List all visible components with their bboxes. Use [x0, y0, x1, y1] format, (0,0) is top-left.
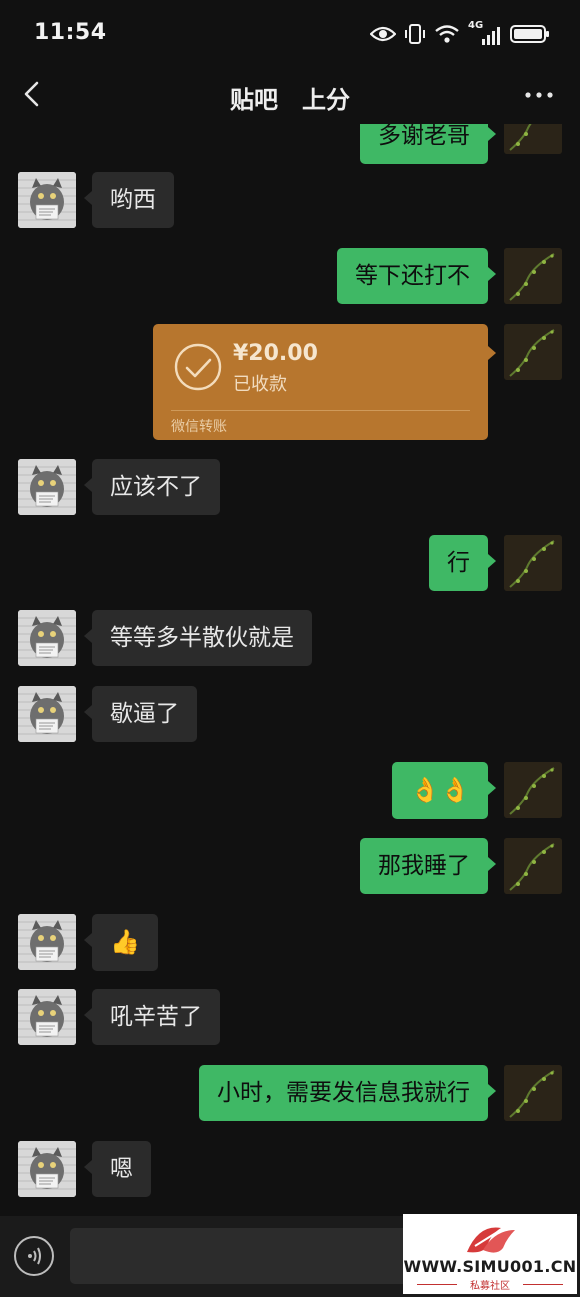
my-avatar[interactable]: [504, 762, 562, 818]
cat-avatar-image: [18, 459, 76, 515]
watermark-logo: [467, 1225, 515, 1253]
message-bubble-outgoing[interactable]: 等下还打不: [337, 248, 496, 304]
transfer-divider: [171, 410, 470, 411]
contact-avatar[interactable]: [18, 989, 76, 1045]
network-label: 4G: [468, 20, 484, 31]
message-bubble-outgoing[interactable]: 小时，需要发信息我就行: [199, 1065, 496, 1121]
message-bubble-incoming[interactable]: 👍: [84, 914, 158, 971]
chat-title-right: 上分: [302, 86, 350, 114]
message-text: 嗯: [110, 1156, 133, 1182]
vine-avatar-image: [504, 1065, 562, 1121]
vine-avatar-image: [504, 762, 562, 818]
message-bubble-outgoing[interactable]: 行: [429, 535, 496, 591]
my-avatar[interactable]: [504, 535, 562, 591]
signal-indicator: 4G: [468, 20, 502, 45]
watermark: WWW.SIMU001.CN 私募社区: [403, 1214, 577, 1294]
chat-title: 贴吧 上分: [0, 80, 580, 115]
contact-avatar[interactable]: [18, 686, 76, 742]
check-circle-icon: [174, 343, 222, 391]
status-bar: 11:54 4G: [0, 0, 580, 66]
thumbs-up-emoji: 👍: [110, 928, 140, 956]
message-bubble-incoming[interactable]: 歇逼了: [84, 686, 197, 742]
vibrate-icon: [405, 24, 425, 44]
contact-avatar[interactable]: [18, 459, 76, 515]
message-text: 等下还打不: [355, 263, 470, 289]
my-avatar[interactable]: [504, 248, 562, 304]
message-bubble-incoming[interactable]: 应该不了: [84, 459, 220, 515]
more-dots-icon[interactable]: [524, 90, 554, 100]
my-avatar[interactable]: [504, 324, 562, 380]
message-text: 等等多半散伙就是: [110, 625, 294, 651]
my-avatar[interactable]: [504, 124, 562, 154]
cat-avatar-image: [18, 172, 76, 228]
battery-icon: [510, 25, 549, 43]
vine-avatar-image: [504, 324, 562, 380]
message-text: 那我睡了: [378, 853, 470, 879]
transfer-card[interactable]: ¥20.00 已收款 微信转账: [153, 324, 496, 440]
vine-avatar-image: [504, 248, 562, 304]
message-text: 应该不了: [110, 474, 202, 500]
message-bubble-incoming[interactable]: 嗯: [84, 1141, 151, 1197]
message-text: 多谢老哥: [378, 124, 470, 149]
signal-icon: [482, 27, 500, 45]
cat-avatar-image: [18, 610, 76, 666]
voice-icon: [28, 1247, 41, 1265]
cat-avatar-image: [18, 914, 76, 970]
wifi-icon: [435, 25, 459, 43]
vine-avatar-image: [504, 535, 562, 591]
message-bubble-outgoing[interactable]: 那我睡了: [360, 838, 496, 894]
status-icons: 4G: [370, 20, 550, 48]
eye-icon: [370, 26, 396, 42]
message-list[interactable]: 多谢老哥 哟西 等下还打不 ¥20.00 已收款 微信转账 应该不了 行 等等多…: [0, 124, 580, 1216]
chat-title-left: 贴吧: [230, 86, 278, 114]
cat-avatar-image: [18, 989, 76, 1045]
contact-avatar[interactable]: [18, 172, 76, 228]
vine-avatar-image: [504, 124, 562, 154]
vine-avatar-image: [504, 838, 562, 894]
watermark-url: WWW.SIMU001.CN: [403, 1257, 577, 1276]
chat-header: 贴吧 上分: [0, 66, 580, 124]
message-bubble-incoming[interactable]: 等等多半散伙就是: [84, 610, 312, 666]
message-text: 哟西: [110, 187, 156, 213]
ok-hand-emoji: 👌👌: [410, 776, 470, 804]
message-text: 吼辛苦了: [110, 1004, 202, 1030]
cat-avatar-image: [18, 686, 76, 742]
my-avatar[interactable]: [504, 1065, 562, 1121]
contact-avatar[interactable]: [18, 914, 76, 970]
transfer-status: 已收款: [233, 374, 287, 395]
status-time: 11:54: [34, 20, 107, 45]
voice-button[interactable]: [14, 1236, 54, 1276]
contact-avatar[interactable]: [18, 1141, 76, 1197]
message-bubble-incoming[interactable]: 吼辛苦了: [84, 989, 220, 1045]
message-bubble-outgoing[interactable]: 👌👌: [392, 762, 496, 819]
message-text: 行: [447, 550, 470, 576]
my-avatar[interactable]: [504, 838, 562, 894]
contact-avatar[interactable]: [18, 610, 76, 666]
cat-avatar-image: [18, 1141, 76, 1197]
watermark-line-right: [523, 1284, 563, 1285]
transfer-source: 微信转账: [171, 419, 227, 435]
transfer-amount: ¥20.00: [233, 341, 318, 366]
message-bubble-incoming[interactable]: 哟西: [84, 172, 174, 228]
message-text: 小时，需要发信息我就行: [217, 1080, 470, 1106]
message-bubble-outgoing[interactable]: 多谢老哥: [360, 124, 496, 164]
message-text: 歇逼了: [110, 701, 179, 727]
